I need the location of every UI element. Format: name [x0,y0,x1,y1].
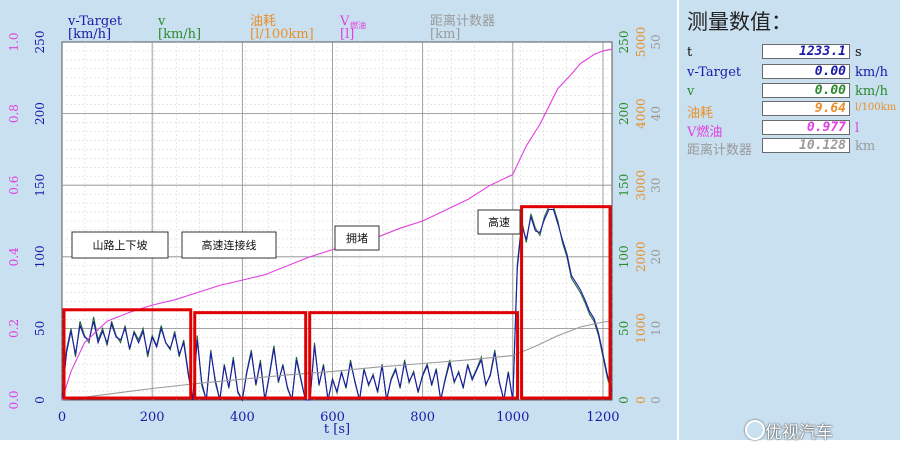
x-tick-label: 400 [230,410,255,425]
readout-row: V燃油 0.977 l [687,120,897,140]
readout-unit: l [855,121,860,136]
x-axis-label: t [s] [324,422,350,437]
annotation-label: 高速连接线 [202,238,257,252]
y-tick-label-y-Target: 100 [33,245,47,268]
y-tick-label-fuel: 3000 [634,170,648,201]
annotation-label: 拥堵 [346,231,368,245]
y-tick-label-v: 50 [617,321,631,336]
y-tick-label-V_fuel: 0.8 [7,104,21,123]
y-tick-label-v: 250 [617,31,631,54]
y-tick-label-y-Target: 50 [33,321,47,336]
readout-row: 油耗 9.64 l/100km [687,101,897,121]
x-tick-label: 1000 [496,410,529,425]
weibo-logo-icon [745,420,765,440]
y-tick-label-distance: 20 [649,249,663,264]
readout-value: 0.00 [762,83,850,98]
x-tick-label: 0 [58,410,66,425]
y-tick-label-v: 200 [617,102,631,125]
y-tick-label-y-Target: 250 [33,31,47,54]
readout-value: 1233.1 [762,44,850,59]
y-tick-label-V_fuel: 0.6 [7,176,21,195]
readout-row: v 0.00 km/h [687,83,897,101]
axis-unit-fuel: [l/100km] [250,27,314,42]
readout-value: 9.64 [762,101,850,116]
y-tick-label-V_fuel: 0.4 [7,247,21,266]
readout-value: 0.977 [762,120,850,135]
x-tick-label: 800 [410,410,435,425]
y-tick-label-fuel: 1000 [634,313,648,344]
watermark-text: 优视汽车 [765,423,833,443]
y-tick-label-y-Target: 0 [33,396,47,404]
readout-value: 0.00 [762,64,850,79]
y-tick-label-v: 150 [617,174,631,197]
axis-unit-distance: [km] [430,27,460,42]
y-tick-label-distance: 10 [649,321,663,336]
annotation-label: 山路上下坡 [93,239,148,252]
readout-label: v-Target [687,65,742,80]
readout-row: v-Target 0.00 km/h [687,64,897,82]
y-tick-label-y-Target: 150 [33,174,47,197]
app-window: 0 200 400 600 800 1000 1200 t [s] 0 50 100 150 200 25… [0,0,900,451]
y-tick-label-distance: 30 [649,178,663,193]
y-tick-label-V_fuel: 0.0 [7,390,21,409]
readout-label: 油耗 [687,106,714,121]
y-tick-label-V_fuel: 1.0 [7,32,21,51]
chart-svg: 0 200 400 600 800 1000 1200t [s]05010015020025… [7,13,663,437]
readout-unit: km/h [855,84,888,99]
y-tick-label-distance: 0 [649,396,663,404]
x-tick-label: 200 [140,410,165,425]
y-tick-label-V_fuel: 0.2 [7,319,21,338]
annotation-label: 高速 [488,215,510,229]
readout-unit: km/h [855,65,888,80]
chart-panel: 0 200 400 600 800 1000 1200 t [s] 0 50 100 150 200 25… [0,0,677,440]
y-tick-label-fuel: 2000 [634,242,648,273]
y-tick-label-v: 100 [617,245,631,268]
readout-row: t 1233.1 s [687,44,897,62]
axis-unit-V_fuel: [l] [340,27,354,42]
y-tick-label-distance: 50 [649,34,663,49]
y-tick-label-fuel: 4000 [634,98,648,129]
axis-unit-v: [km/h] [158,27,201,42]
readout-unit: s [855,45,862,60]
readout-label: t [687,45,693,60]
x-tick-label: 1200 [586,410,619,425]
y-tick-label-fuel: 5000 [634,27,648,58]
readout-unit: l/100km [855,102,897,113]
readout-value: 10.128 [762,138,850,153]
axis-unit-y-Target: [km/h] [68,27,111,42]
y-tick-label-y-Target: 200 [33,102,47,125]
y-tick-label-v: 0 [617,396,631,404]
readout-label: v [687,84,695,99]
readout-row: 距离计数器 10.128 km [687,138,897,158]
readout-title: 测量数值： [687,10,792,34]
readout-unit: km [855,139,876,154]
y-tick-label-distance: 40 [649,106,663,121]
y-tick-label-fuel: 0 [634,396,648,404]
readout-label: 距离计数器 [687,143,753,158]
readout-panel: 测量数值： t 1233.1 s v-Target 0.00 km/h v 0.00 km/h 油… [679,0,900,440]
